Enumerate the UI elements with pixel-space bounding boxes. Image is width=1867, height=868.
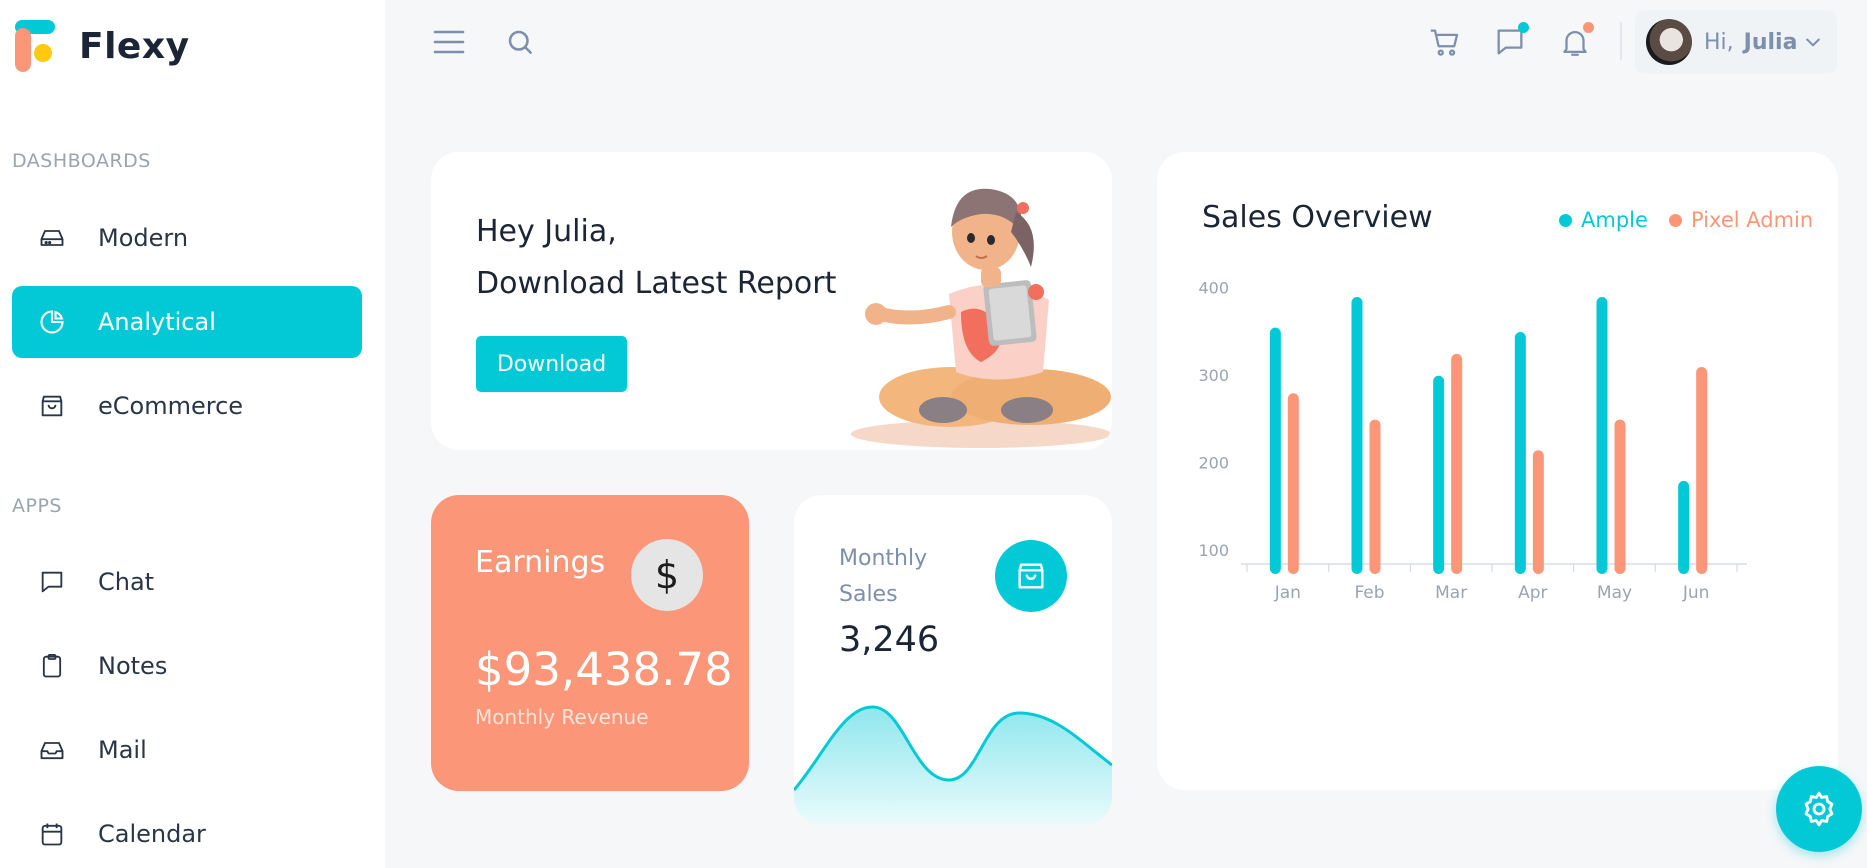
bar-ample [1433,375,1445,574]
sidebar-item-label: Chat [98,568,155,596]
sidebar: Flexy DASHBOARDS Modern Analytical eComm… [0,0,385,868]
earnings-card: Earnings $ $93,438.78 Monthly Revenue [431,495,749,791]
app-name: Flexy [79,25,190,67]
sidebar-item-notes[interactable]: Notes [12,630,362,702]
settings-button[interactable] [1776,766,1862,852]
shopping-bag-icon [1018,563,1044,589]
notifications-badge-dot [1583,22,1594,33]
chevron-down-icon [1806,38,1821,47]
earnings-title: Earnings [475,545,606,580]
inbox-icon [38,736,66,764]
greeting-text: Hi, [1704,29,1734,55]
dollar-icon: $ [631,539,703,611]
bar-pixel-admin [1287,393,1299,574]
sidebar-item-label: Calendar [98,820,206,848]
monthly-sales-sparkline [794,705,1112,825]
topbar-divider [1620,22,1622,60]
sidebar-item-label: Mail [98,736,147,764]
girl-with-tablet-illustration [851,188,1111,448]
cart-icon [1430,29,1459,56]
monthly-sales-card: Monthly Sales 3,246 [794,495,1112,825]
notifications-button[interactable] [1555,22,1595,62]
user-name: Julia [1743,29,1798,55]
messages-button[interactable] [1490,22,1530,62]
pie-chart-icon [38,308,66,336]
app-logo[interactable]: Flexy [15,20,190,72]
menu-toggle-button[interactable] [431,24,467,60]
y-tick-label: 400 [1198,278,1229,297]
calendar-icon [38,820,66,848]
search-button[interactable] [502,24,538,60]
earnings-value: $93,438.78 [475,643,733,696]
bar-ample [1678,480,1690,574]
y-tick-label: 100 [1198,541,1229,560]
welcome-card: Hey Julia, Download Latest Report Downlo… [431,152,1112,450]
bar-pixel-admin [1614,419,1626,574]
sidebar-item-label: Analytical [98,308,216,336]
monthly-sales-title: Monthly Sales [839,546,928,607]
cart-button[interactable] [1425,22,1465,62]
sidebar-item-label: eCommerce [98,392,244,420]
bar-pixel-admin [1451,353,1463,574]
welcome-message: Download Latest Report [476,266,837,301]
bar-ample [1351,297,1363,574]
x-tick-label: Apr [1518,583,1547,603]
sidebar-item-mail[interactable]: Mail [12,714,362,786]
sales-bar-chart: 100 200 300 400 Jan Feb Mar Apr May Jun [1198,278,1747,603]
x-tick-label: Mar [1435,583,1467,603]
sales-overview-card: Sales Overview Ample Pixel Admin 100 200 3… [1157,152,1838,790]
shopping-bag-badge [995,540,1067,612]
sidebar-item-analytical[interactable]: Analytical [12,286,362,358]
sidebar-item-ecommerce[interactable]: eCommerce [12,370,362,442]
bar-ample [1596,297,1608,574]
sidebar-item-label: Notes [98,652,168,680]
bar-pixel-admin [1696,367,1708,574]
clipboard-icon [38,652,66,680]
bar-pixel-admin [1532,450,1544,574]
bar-ample [1514,332,1526,574]
sidebar-item-chat[interactable]: Chat [12,546,362,618]
welcome-greeting: Hey Julia, [476,214,617,249]
dashboard-icon [38,224,66,252]
x-tick-label: Feb [1354,583,1384,603]
sidebar-item-modern[interactable]: Modern [12,202,362,274]
search-icon [508,30,532,54]
section-dashboards: DASHBOARDS [12,150,151,172]
download-button[interactable]: Download [476,336,627,392]
x-tick-label: Jan [1274,583,1301,603]
flexy-logo-icon [15,20,55,72]
gear-icon [1804,791,1834,827]
messages-badge-dot [1518,22,1529,33]
y-tick-label: 300 [1198,366,1229,385]
earnings-subtitle: Monthly Revenue [475,705,649,729]
x-tick-label: Jun [1682,583,1710,603]
avatar [1646,19,1692,65]
message-icon [38,568,66,596]
x-tick-label: May [1597,583,1632,603]
bar-pixel-admin [1369,419,1381,574]
sidebar-item-calendar[interactable]: Calendar [12,798,362,868]
bar-ample [1269,327,1281,574]
user-profile-menu[interactable]: Hi, Julia [1635,10,1837,74]
shopping-bag-icon [38,392,66,420]
section-apps: APPS [12,495,62,517]
monthly-sales-value: 3,246 [839,620,940,660]
menu-icon [433,30,465,54]
sidebar-item-label: Modern [98,224,189,252]
y-tick-label: 200 [1198,453,1229,472]
